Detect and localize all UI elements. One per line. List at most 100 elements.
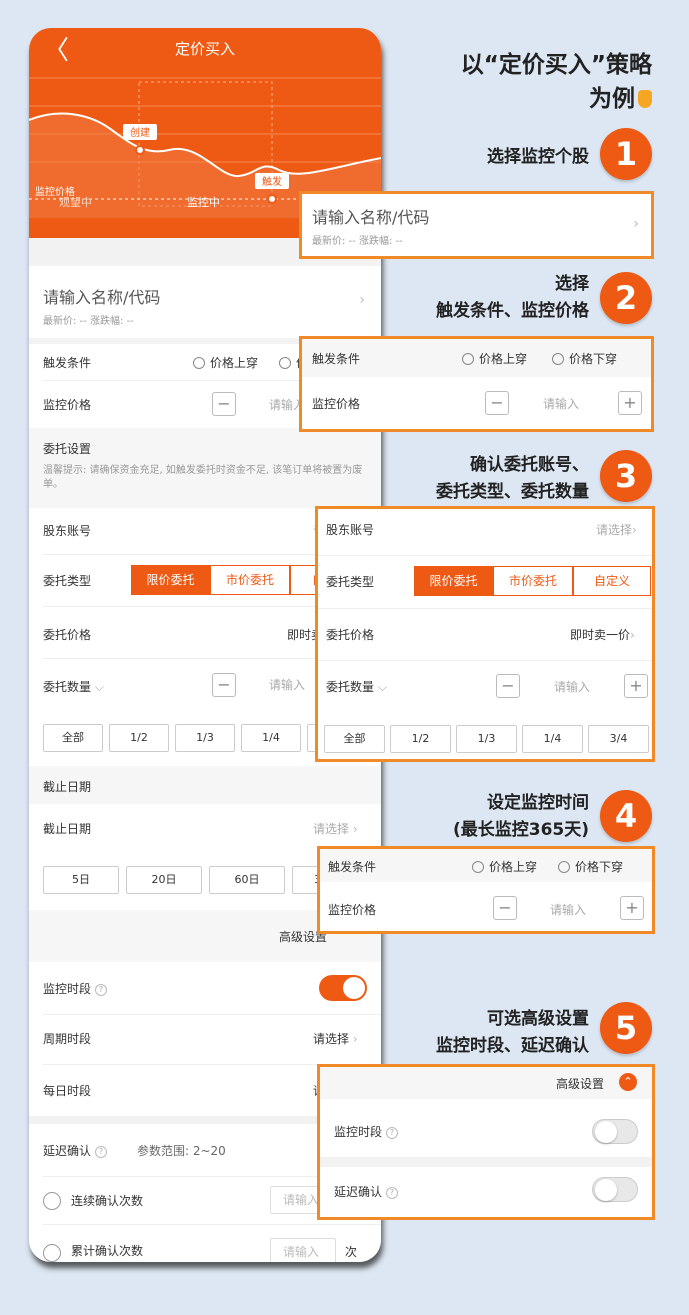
stock-quote: 最新价: -- 涨跌幅: -- — [312, 236, 403, 247]
step-4-panel: 触发条件 价格上穿 价格下穿 监控价格 − 请输入 + — [317, 846, 655, 934]
plus-icon[interactable]: + — [624, 674, 648, 698]
qty-chip-half[interactable]: 1/2 — [109, 724, 169, 752]
delay-confirm-toggle[interactable] — [592, 1177, 638, 1202]
monitor-price-input[interactable]: 请输入 — [543, 395, 579, 412]
qty-chip-all[interactable]: 全部 — [324, 725, 385, 753]
step-1-panel: 请输入名称/代码 最新价: -- 涨跌幅: -- › — [299, 191, 654, 259]
minus-icon[interactable]: − — [485, 391, 509, 415]
entrust-qty-input[interactable]: 请输入 — [554, 678, 590, 695]
minus-icon[interactable]: − — [496, 674, 520, 698]
minus-icon[interactable]: − — [212, 392, 236, 416]
monitor-period-row: 监控时段? — [29, 962, 381, 1014]
chevron-right-icon: › — [349, 822, 358, 836]
radio-icon[interactable] — [279, 357, 291, 369]
entrust-price-label: 委托价格 — [43, 628, 92, 642]
monitor-period-toggle[interactable] — [592, 1119, 638, 1144]
chevron-right-icon: › — [359, 292, 365, 308]
title-line-1: 以“定价买入”策略 — [460, 52, 652, 78]
step-5-panel: 高级设置 ⌃ 监控时段? 延迟确认? — [317, 1064, 655, 1220]
radio-price-up[interactable]: 价格上穿 — [193, 354, 258, 371]
minus-icon[interactable]: − — [493, 896, 517, 920]
delay-range-text: 参数范围: 2~20 — [137, 1144, 226, 1158]
radio-icon[interactable] — [193, 357, 205, 369]
type-custom-button[interactable]: 自定义 — [573, 566, 651, 596]
deadline-label: 截止日期 — [43, 822, 92, 836]
chevron-up-icon[interactable]: ⌃ — [619, 1073, 637, 1091]
radio-icon[interactable] — [462, 353, 474, 365]
deadline-chip-60d[interactable]: 60日 — [209, 866, 285, 894]
step-4-badge: 4 — [600, 790, 652, 842]
radio-icon[interactable] — [43, 1192, 61, 1210]
radio-icon[interactable] — [43, 1244, 61, 1262]
chevron-down-icon[interactable]: ⌵ — [95, 680, 104, 694]
stock-search-row[interactable]: 请输入名称/代码 最新价: -- 涨跌幅: -- › — [29, 266, 381, 338]
step-4-text: 设定监控时间 (最长监控365天) — [452, 793, 589, 840]
screen-title: 定价买入 — [174, 40, 235, 58]
radio-icon[interactable] — [472, 861, 484, 873]
entrust-type-label: 委托类型 — [326, 575, 375, 589]
cycle-period-value: 请选择 — [313, 1032, 350, 1046]
cumulative-confirm-row: 累计确认次数 请输入 次 — [29, 1224, 381, 1262]
type-market-button[interactable]: 市价委托 — [210, 565, 290, 595]
deadline-row[interactable]: 截止日期 请选择 › — [29, 804, 381, 852]
consecutive-confirm-label: 连续确认次数 — [71, 1194, 144, 1208]
step-2-panel: 触发条件 价格上穿 价格下穿 监控价格 − 请输入 + — [299, 336, 654, 432]
qty-chip-quarter[interactable]: 1/4 — [241, 724, 301, 752]
cumulative-count-input[interactable]: 请输入 — [270, 1238, 336, 1262]
stock-search-placeholder[interactable]: 请输入名称/代码 — [312, 204, 429, 228]
type-market-button[interactable]: 市价委托 — [493, 566, 573, 596]
qty-chip-all[interactable]: 全部 — [43, 724, 103, 752]
radio-price-up[interactable]: 价格上穿 — [462, 350, 527, 367]
type-limit-button[interactable]: 限价委托 — [131, 565, 210, 595]
page-title: 以“定价买入”策略 为例 — [461, 48, 652, 116]
chevron-right-icon: › — [630, 628, 635, 642]
type-limit-button[interactable]: 限价委托 — [414, 566, 493, 596]
entrust-qty-input[interactable]: 请输入 — [269, 676, 305, 693]
step-5-badge: 5 — [600, 1002, 652, 1054]
title-line-2: 为例 — [589, 86, 635, 112]
radio-icon[interactable] — [552, 353, 564, 365]
monitor-period-label: 监控时段 — [334, 1125, 383, 1139]
stock-quote: 最新价: -- 涨跌幅: -- — [43, 316, 134, 327]
advanced-label[interactable]: 高级设置 — [556, 1075, 604, 1092]
step-1-text: 选择监控个股 — [487, 147, 589, 167]
trigger-condition-label: 触发条件 — [43, 356, 92, 370]
cycle-period-row[interactable]: 周期时段 请选择 › — [29, 1014, 381, 1064]
chevron-down-icon[interactable]: ⌵ — [378, 680, 387, 694]
radio-price-up[interactable]: 价格上穿 — [472, 858, 537, 875]
pointing-finger-icon — [638, 90, 652, 108]
qty-chip-quarter[interactable]: 1/4 — [522, 725, 583, 753]
deadline-chip-20d[interactable]: 20日 — [126, 866, 202, 894]
help-icon[interactable]: ? — [386, 1127, 399, 1139]
qty-chip-third[interactable]: 1/3 — [456, 725, 517, 753]
minus-icon[interactable]: − — [212, 673, 236, 697]
entrust-section-header: 委托设置 温馨提示: 请确保资金充足, 如触发委托时资金不足, 该笔订单将被置为… — [29, 428, 381, 508]
radio-price-down[interactable]: 价格下穿 — [552, 350, 617, 367]
trigger-condition-label: 触发条件 — [312, 352, 361, 366]
qty-chip-third[interactable]: 1/3 — [175, 724, 235, 752]
monitor-period-label: 监控时段 — [43, 982, 92, 996]
deadline-chip-5d[interactable]: 5日 — [43, 866, 119, 894]
plus-icon[interactable]: + — [620, 896, 644, 920]
monitor-price-input[interactable]: 请输入 — [550, 901, 586, 918]
plus-icon[interactable]: + — [618, 391, 642, 415]
tab-watching[interactable]: 观望中 — [59, 194, 92, 210]
chevron-right-icon: › — [633, 216, 639, 232]
stock-search-placeholder[interactable]: 请输入名称/代码 — [43, 284, 160, 308]
count-unit: 次 — [345, 1245, 358, 1259]
deadline-value: 请选择 — [313, 822, 350, 836]
help-icon[interactable]: ? — [386, 1187, 399, 1199]
radio-icon[interactable] — [558, 861, 570, 873]
monitor-price-label: 监控价格 — [328, 903, 377, 917]
help-icon[interactable]: ? — [95, 984, 108, 996]
step-1-badge: 1 — [600, 128, 652, 180]
monitor-period-toggle[interactable] — [319, 975, 367, 1001]
qty-chip-three-quarters[interactable]: 3/4 — [588, 725, 649, 753]
step-3-panel: 股东账号 请选择› 委托类型 限价委托 市价委托 自定义 委托价格 即时卖一价›… — [315, 506, 655, 762]
radio-price-down[interactable]: 价格下穿 — [558, 858, 623, 875]
help-icon[interactable]: ? — [95, 1146, 108, 1158]
qty-chip-half[interactable]: 1/2 — [390, 725, 451, 753]
entrust-price-value: 即时卖一价 — [570, 628, 631, 642]
trigger-marker-label: 触发 — [262, 175, 282, 188]
tab-monitoring[interactable]: 监控中 — [187, 194, 220, 210]
